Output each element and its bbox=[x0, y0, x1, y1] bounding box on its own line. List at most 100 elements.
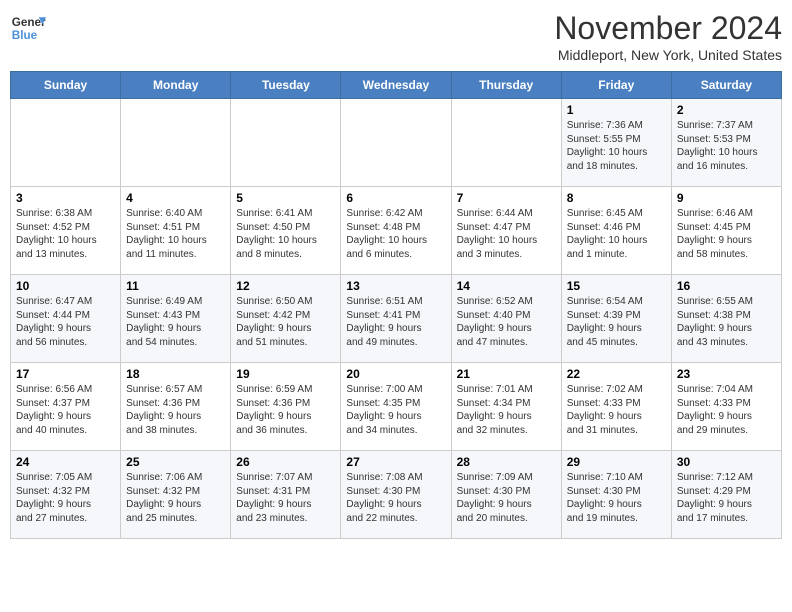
day-number: 8 bbox=[567, 191, 666, 205]
day-number: 15 bbox=[567, 279, 666, 293]
day-info: Sunrise: 7:04 AM Sunset: 4:33 PM Dayligh… bbox=[677, 383, 776, 437]
weekday-header-thursday: Thursday bbox=[451, 72, 561, 99]
day-info: Sunrise: 6:47 AM Sunset: 4:44 PM Dayligh… bbox=[16, 295, 115, 349]
day-info: Sunrise: 6:45 AM Sunset: 4:46 PM Dayligh… bbox=[567, 207, 666, 261]
week-row-3: 10 Sunrise: 6:47 AM Sunset: 4:44 PM Dayli… bbox=[11, 275, 782, 363]
day-info: Sunrise: 7:01 AM Sunset: 4:34 PM Dayligh… bbox=[457, 383, 556, 437]
day-number: 22 bbox=[567, 367, 666, 381]
day-number: 13 bbox=[346, 279, 445, 293]
day-number: 14 bbox=[457, 279, 556, 293]
calendar-cell: 23 Sunrise: 7:04 AM Sunset: 4:33 PM Dayli… bbox=[671, 363, 781, 451]
day-info: Sunrise: 7:37 AM Sunset: 5:53 PM Dayligh… bbox=[677, 119, 776, 173]
weekday-header-sunday: Sunday bbox=[11, 72, 121, 99]
day-number: 27 bbox=[346, 455, 445, 469]
day-number: 20 bbox=[346, 367, 445, 381]
calendar-cell: 30Sunrise: 7:12 AM Sunset: 4:29 PM Dayli… bbox=[671, 451, 781, 539]
weekday-header-monday: Monday bbox=[121, 72, 231, 99]
calendar-cell: 2 Sunrise: 7:37 AM Sunset: 5:53 PM Daylig… bbox=[671, 99, 781, 187]
weekday-header-wednesday: Wednesday bbox=[341, 72, 451, 99]
day-number: 10 bbox=[16, 279, 115, 293]
day-number: 12 bbox=[236, 279, 335, 293]
day-info: Sunrise: 6:52 AM Sunset: 4:40 PM Dayligh… bbox=[457, 295, 556, 349]
calendar-cell: 26 Sunrise: 7:07 AM Sunset: 4:31 PM Dayli… bbox=[231, 451, 341, 539]
day-number: 6 bbox=[346, 191, 445, 205]
day-number: 2 bbox=[677, 103, 776, 117]
day-info: Sunrise: 7:10 AM Sunset: 4:30 PM Dayligh… bbox=[567, 471, 666, 525]
day-info: Sunrise: 7:09 AM Sunset: 4:30 PM Dayligh… bbox=[457, 471, 556, 525]
calendar-cell: 10 Sunrise: 6:47 AM Sunset: 4:44 PM Dayli… bbox=[11, 275, 121, 363]
location: Middleport, New York, United States bbox=[554, 47, 782, 63]
title-block: November 2024 Middleport, New York, Unit… bbox=[554, 10, 782, 63]
day-info: Sunrise: 7:12 AM Sunset: 4:29 PM Dayligh… bbox=[677, 471, 776, 525]
calendar-cell: 24 Sunrise: 7:05 AM Sunset: 4:32 PM Dayli… bbox=[11, 451, 121, 539]
day-number: 29 bbox=[567, 455, 666, 469]
day-number: 17 bbox=[16, 367, 115, 381]
calendar-cell: 11 Sunrise: 6:49 AM Sunset: 4:43 PM Dayli… bbox=[121, 275, 231, 363]
day-info: Sunrise: 6:54 AM Sunset: 4:39 PM Dayligh… bbox=[567, 295, 666, 349]
day-info: Sunrise: 6:42 AM Sunset: 4:48 PM Dayligh… bbox=[346, 207, 445, 261]
calendar-cell: 13 Sunrise: 6:51 AM Sunset: 4:41 PM Dayli… bbox=[341, 275, 451, 363]
week-row-2: 3 Sunrise: 6:38 AM Sunset: 4:52 PM Daylig… bbox=[11, 187, 782, 275]
day-number: 9 bbox=[677, 191, 776, 205]
svg-text:Blue: Blue bbox=[12, 29, 38, 42]
weekday-header-tuesday: Tuesday bbox=[231, 72, 341, 99]
calendar-cell: 19 Sunrise: 6:59 AM Sunset: 4:36 PM Dayli… bbox=[231, 363, 341, 451]
day-number: 24 bbox=[16, 455, 115, 469]
day-number: 3 bbox=[16, 191, 115, 205]
calendar-cell bbox=[121, 99, 231, 187]
calendar-cell: 15 Sunrise: 6:54 AM Sunset: 4:39 PM Dayli… bbox=[561, 275, 671, 363]
logo-icon: General Blue bbox=[10, 10, 46, 46]
day-number: 25 bbox=[126, 455, 225, 469]
calendar-table: SundayMondayTuesdayWednesdayThursdayFrid… bbox=[10, 71, 782, 539]
day-info: Sunrise: 7:05 AM Sunset: 4:32 PM Dayligh… bbox=[16, 471, 115, 525]
day-info: Sunrise: 6:49 AM Sunset: 4:43 PM Dayligh… bbox=[126, 295, 225, 349]
day-number: 5 bbox=[236, 191, 335, 205]
calendar-cell bbox=[341, 99, 451, 187]
calendar-cell: 8 Sunrise: 6:45 AM Sunset: 4:46 PM Daylig… bbox=[561, 187, 671, 275]
calendar-cell: 3 Sunrise: 6:38 AM Sunset: 4:52 PM Daylig… bbox=[11, 187, 121, 275]
logo: General Blue bbox=[10, 10, 46, 46]
week-row-4: 17 Sunrise: 6:56 AM Sunset: 4:37 PM Dayli… bbox=[11, 363, 782, 451]
weekday-header-saturday: Saturday bbox=[671, 72, 781, 99]
calendar-cell: 27 Sunrise: 7:08 AM Sunset: 4:30 PM Dayli… bbox=[341, 451, 451, 539]
calendar-cell bbox=[451, 99, 561, 187]
calendar-cell: 14 Sunrise: 6:52 AM Sunset: 4:40 PM Dayli… bbox=[451, 275, 561, 363]
calendar-cell bbox=[11, 99, 121, 187]
calendar-cell: 16Sunrise: 6:55 AM Sunset: 4:38 PM Dayli… bbox=[671, 275, 781, 363]
day-info: Sunrise: 6:59 AM Sunset: 4:36 PM Dayligh… bbox=[236, 383, 335, 437]
day-info: Sunrise: 6:38 AM Sunset: 4:52 PM Dayligh… bbox=[16, 207, 115, 261]
day-number: 23 bbox=[677, 367, 776, 381]
calendar-cell: 9 Sunrise: 6:46 AM Sunset: 4:45 PM Daylig… bbox=[671, 187, 781, 275]
day-number: 21 bbox=[457, 367, 556, 381]
day-info: Sunrise: 7:02 AM Sunset: 4:33 PM Dayligh… bbox=[567, 383, 666, 437]
calendar-cell: 29 Sunrise: 7:10 AM Sunset: 4:30 PM Dayli… bbox=[561, 451, 671, 539]
day-info: Sunrise: 6:46 AM Sunset: 4:45 PM Dayligh… bbox=[677, 207, 776, 261]
week-row-5: 24 Sunrise: 7:05 AM Sunset: 4:32 PM Dayli… bbox=[11, 451, 782, 539]
day-info: Sunrise: 7:08 AM Sunset: 4:30 PM Dayligh… bbox=[346, 471, 445, 525]
calendar-cell: 1 Sunrise: 7:36 AM Sunset: 5:55 PM Daylig… bbox=[561, 99, 671, 187]
weekday-header-friday: Friday bbox=[561, 72, 671, 99]
day-number: 18 bbox=[126, 367, 225, 381]
day-info: Sunrise: 6:50 AM Sunset: 4:42 PM Dayligh… bbox=[236, 295, 335, 349]
day-info: Sunrise: 7:00 AM Sunset: 4:35 PM Dayligh… bbox=[346, 383, 445, 437]
weekday-header-row: SundayMondayTuesdayWednesdayThursdayFrid… bbox=[11, 72, 782, 99]
day-number: 11 bbox=[126, 279, 225, 293]
month-title: November 2024 bbox=[554, 10, 782, 47]
day-info: Sunrise: 6:56 AM Sunset: 4:37 PM Dayligh… bbox=[16, 383, 115, 437]
day-info: Sunrise: 7:07 AM Sunset: 4:31 PM Dayligh… bbox=[236, 471, 335, 525]
day-number: 4 bbox=[126, 191, 225, 205]
day-info: Sunrise: 7:36 AM Sunset: 5:55 PM Dayligh… bbox=[567, 119, 666, 173]
day-number: 28 bbox=[457, 455, 556, 469]
day-info: Sunrise: 6:40 AM Sunset: 4:51 PM Dayligh… bbox=[126, 207, 225, 261]
calendar-cell: 6 Sunrise: 6:42 AM Sunset: 4:48 PM Daylig… bbox=[341, 187, 451, 275]
day-number: 26 bbox=[236, 455, 335, 469]
day-info: Sunrise: 6:57 AM Sunset: 4:36 PM Dayligh… bbox=[126, 383, 225, 437]
day-info: Sunrise: 6:41 AM Sunset: 4:50 PM Dayligh… bbox=[236, 207, 335, 261]
day-number: 1 bbox=[567, 103, 666, 117]
day-number: 7 bbox=[457, 191, 556, 205]
day-info: Sunrise: 6:51 AM Sunset: 4:41 PM Dayligh… bbox=[346, 295, 445, 349]
day-number: 19 bbox=[236, 367, 335, 381]
week-row-1: 1 Sunrise: 7:36 AM Sunset: 5:55 PM Daylig… bbox=[11, 99, 782, 187]
calendar-cell: 17 Sunrise: 6:56 AM Sunset: 4:37 PM Dayli… bbox=[11, 363, 121, 451]
calendar-cell bbox=[231, 99, 341, 187]
